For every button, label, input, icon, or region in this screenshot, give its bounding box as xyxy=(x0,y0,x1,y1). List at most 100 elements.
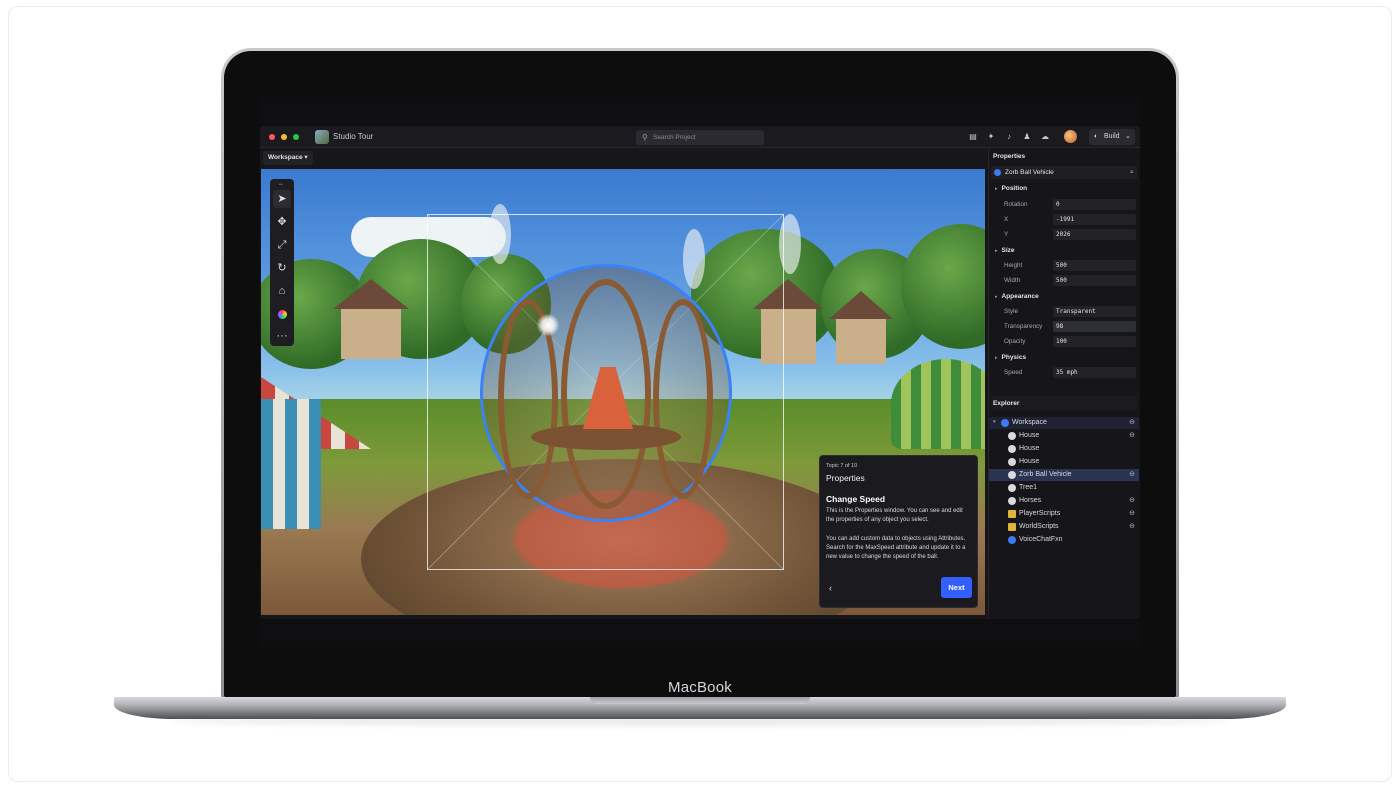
prop-field-speed[interactable]: 35 mph xyxy=(1053,367,1136,378)
explorer-item-house[interactable]: House xyxy=(989,443,1139,455)
select-tool-icon[interactable]: ➤ xyxy=(273,190,291,208)
properties-panel: Properties Zorb Ball Vehicle 🔒︎ ▸ Positio… xyxy=(988,148,1140,619)
rotate-tool-icon[interactable]: ↻ xyxy=(273,259,291,277)
laptop-hinge-notch xyxy=(590,697,810,704)
explorer-item-worldscripts[interactable]: WorldScripts ⊖ xyxy=(989,521,1139,533)
prop-label-style: Style xyxy=(1004,308,1018,315)
avatar[interactable] xyxy=(1064,130,1077,143)
build-button[interactable]: ◐ Build ⌄ xyxy=(1089,129,1135,145)
color-tool-icon[interactable] xyxy=(273,305,291,323)
group-physics[interactable]: ▸ Physics xyxy=(995,354,1026,361)
ball-frame-ring xyxy=(653,299,713,499)
workspace-dropdown-label: Workspace xyxy=(268,154,303,161)
explorer-item-workspace[interactable]: ▾ Workspace ⊖ xyxy=(989,417,1139,429)
tour-topic-counter: Topic 7 of 10 xyxy=(826,463,858,469)
scale-tool-icon[interactable]: ⤢ xyxy=(273,236,291,254)
build-label: Build xyxy=(1104,133,1120,140)
prop-label-x: X xyxy=(1004,216,1009,223)
link-icon[interactable]: ⊖ xyxy=(1129,431,1135,439)
chevron-down-icon: ▾ xyxy=(304,154,308,161)
notes-icon[interactable]: ▤ xyxy=(967,131,979,143)
explorer-item-horses[interactable]: Horses ⊖ xyxy=(989,495,1139,507)
more-tools-icon[interactable]: ··· xyxy=(273,327,291,345)
prop-field-x[interactable]: -1991 xyxy=(1053,214,1136,225)
prop-field-transparency[interactable]: 98 xyxy=(1053,321,1136,332)
selected-object-name: Zorb Ball Vehicle xyxy=(1005,169,1054,176)
scene-viewport[interactable]: •• ➤ ✥ ⤢ ↻ ⌂ ··· Topic 7 of 10 Propertie… xyxy=(261,169,985,615)
prop-label-speed: Speed xyxy=(1004,369,1023,376)
close-window-button[interactable] xyxy=(269,134,275,140)
light-glare xyxy=(537,314,559,336)
tour-paragraph: This is the Properties window. You can s… xyxy=(826,508,963,523)
link-icon[interactable]: ⊖ xyxy=(1129,509,1135,517)
prop-field-rotation[interactable]: 0 xyxy=(1053,199,1136,210)
minimize-window-button[interactable] xyxy=(281,134,287,140)
tour-popup: Topic 7 of 10 Properties Change Speed Th… xyxy=(819,455,978,608)
link-icon[interactable]: ⊖ xyxy=(1129,522,1135,530)
explorer-item-house[interactable]: House xyxy=(989,456,1139,468)
move-tool-icon[interactable]: ✥ xyxy=(273,213,291,231)
circus-tent xyxy=(261,399,321,529)
studio-app-window: Studio Tour ⚲ Search Project ▤ ✦ ♪ ♟ ☁ ◐… xyxy=(260,126,1140,619)
link-icon[interactable]: ⊖ xyxy=(1129,418,1135,426)
tour-next-button[interactable]: Next xyxy=(941,577,972,598)
folder-icon xyxy=(1008,510,1016,518)
transform-tool-icon[interactable]: ⌂ xyxy=(273,282,291,300)
model-icon xyxy=(1008,445,1016,453)
prop-label-transparency: Transparency xyxy=(1004,323,1043,330)
cloud-icon[interactable]: ☁ xyxy=(1039,131,1051,143)
bell-icon[interactable]: ♪ xyxy=(1003,131,1015,143)
prop-field-y[interactable]: 2026 xyxy=(1053,229,1136,240)
build-icon: ◐ xyxy=(1094,133,1099,140)
prop-label-width: Width xyxy=(1004,277,1021,284)
selected-object-row[interactable]: Zorb Ball Vehicle 🔒︎ xyxy=(991,166,1137,179)
explorer-item-playerscripts[interactable]: PlayerScripts ⊖ xyxy=(989,508,1139,520)
app-icon xyxy=(315,130,329,144)
part-icon xyxy=(994,169,1001,176)
explorer-item-voicechatfxn[interactable]: VoiceChatFxn xyxy=(989,534,1139,546)
zoom-window-button[interactable] xyxy=(293,134,299,140)
group-position[interactable]: ▸ Position xyxy=(995,185,1027,192)
link-icon[interactable]: ⊖ xyxy=(1129,470,1135,478)
search-input[interactable]: ⚲ Search Project xyxy=(636,130,764,145)
search-placeholder: Search Project xyxy=(653,134,696,141)
tool-palette: •• ➤ ✥ ⤢ ↻ ⌂ ··· xyxy=(270,179,294,346)
tour-heading: Change Speed xyxy=(826,494,886,504)
grip-handle-icon[interactable]: •• xyxy=(279,182,283,188)
model-icon xyxy=(1008,458,1016,466)
group-appearance[interactable]: ▸ Appearance xyxy=(995,293,1039,300)
prop-field-style[interactable]: Transparent xyxy=(1053,306,1136,317)
folder-icon xyxy=(1008,523,1016,531)
link-icon[interactable]: ⊖ xyxy=(1129,496,1135,504)
explorer-item-tree1[interactable]: Tree1 xyxy=(989,482,1139,494)
prop-label-y: Y xyxy=(1004,231,1009,238)
script-icon xyxy=(1008,536,1016,544)
lock-icon[interactable]: 🔒︎ xyxy=(1130,169,1133,175)
prop-field-opacity[interactable]: 100 xyxy=(1053,336,1136,347)
house-shape xyxy=(341,304,401,359)
laptop-screen: Studio Tour ⚲ Search Project ▤ ✦ ♪ ♟ ☁ ◐… xyxy=(260,97,1140,647)
model-icon xyxy=(1008,471,1016,479)
carousel xyxy=(891,359,985,449)
prop-field-width[interactable]: 500 xyxy=(1053,275,1136,286)
prop-field-height[interactable]: 500 xyxy=(1053,260,1136,271)
sparkle-icon[interactable]: ✦ xyxy=(985,131,997,143)
explorer-item-zorb-ball-vehicle[interactable]: Zorb Ball Vehicle ⊖ xyxy=(989,469,1139,481)
model-icon xyxy=(1008,497,1016,505)
chevron-down-icon[interactable]: ▾ xyxy=(993,419,996,425)
search-icon: ⚲ xyxy=(642,133,648,142)
workspace-icon xyxy=(1001,419,1009,427)
group-size[interactable]: ▸ Size xyxy=(995,247,1015,254)
prop-label-height: Height xyxy=(1004,262,1023,269)
prop-label-rotation: Rotation xyxy=(1004,201,1028,208)
model-icon xyxy=(1008,484,1016,492)
workspace-bar: Workspace ▾ xyxy=(260,148,986,169)
tour-section-title: Properties xyxy=(826,473,865,483)
explorer-item-house[interactable]: House ⊖ xyxy=(989,430,1139,442)
workspace-dropdown[interactable]: Workspace ▾ xyxy=(263,151,313,165)
tour-paragraph: You can add custom data to objects using… xyxy=(826,536,966,560)
model-icon xyxy=(1008,432,1016,440)
people-icon[interactable]: ♟ xyxy=(1021,131,1033,143)
chevron-down-icon: ⌄ xyxy=(1125,133,1131,140)
tour-back-button[interactable]: ‹ xyxy=(829,583,832,593)
